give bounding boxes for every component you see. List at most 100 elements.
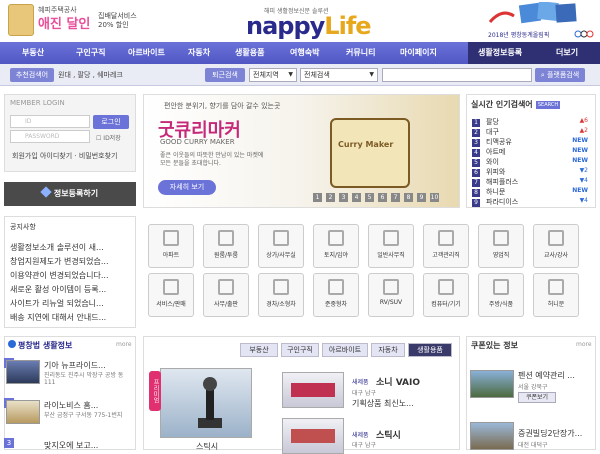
logo-main: nappy bbox=[246, 12, 325, 40]
notice-item[interactable]: 이용약관이 변경되었습니다... bbox=[10, 270, 132, 281]
shop-sign-image bbox=[330, 118, 410, 188]
category-oneroom[interactable]: 원룸/투룸 bbox=[203, 224, 249, 268]
housing-item-name[interactable]: 기아 뉴프라이드... bbox=[44, 360, 106, 371]
category-service[interactable]: 서비스/판매 bbox=[148, 273, 194, 317]
housing-item-thumbnail[interactable] bbox=[6, 400, 40, 424]
feature-name[interactable]: 스틱시 bbox=[196, 441, 218, 452]
promo-service-line2: 20% 할인 bbox=[98, 21, 129, 29]
login-button[interactable]: 로그인 bbox=[93, 115, 129, 129]
coupon-item-name[interactable]: 증권빌딩2단장가... bbox=[518, 428, 582, 439]
banner-page-7[interactable]: 7 bbox=[391, 193, 400, 202]
nav-item-realestate[interactable]: 부동산 bbox=[22, 47, 44, 58]
banner-page-9[interactable]: 9 bbox=[417, 193, 426, 202]
realtime-search-item[interactable]: 3 티맥공유 NEW bbox=[472, 137, 590, 147]
coupon-view-button[interactable]: 쿠폰보기 bbox=[518, 392, 556, 403]
banner-page-1[interactable]: 1 bbox=[313, 193, 322, 202]
category-computer[interactable]: 컴퓨터/기기 bbox=[423, 273, 469, 317]
category-select[interactable]: 전체검색 ▼ bbox=[300, 68, 378, 82]
notice-item[interactable]: 창업지원제도가 변경되었습... bbox=[10, 256, 132, 267]
search-button[interactable]: ⌕ 플랫폼검색 bbox=[535, 68, 585, 82]
category-publishing[interactable]: 사무/출판 bbox=[203, 273, 249, 317]
product-thumbnail[interactable] bbox=[282, 418, 344, 454]
product-desc[interactable]: 기획상품 최신노... bbox=[352, 398, 414, 409]
realtime-search-item[interactable]: 1 팔당 ▲6 bbox=[472, 117, 590, 127]
realtime-search-item[interactable]: 2 대구 ▲2 bbox=[472, 127, 590, 137]
coupon-thumbnail[interactable] bbox=[470, 370, 514, 398]
realtime-search-item[interactable]: 6 위피와 ▼2 bbox=[472, 167, 590, 177]
category-customer-job[interactable]: 고객관리직 bbox=[423, 224, 469, 268]
save-id-checkbox[interactable]: ☐ ID저장 bbox=[96, 133, 121, 142]
tab-cars[interactable]: 자동차 bbox=[371, 343, 405, 357]
category-compact-car[interactable]: 경차/소형차 bbox=[258, 273, 304, 317]
search-label: 퇴근검색 bbox=[205, 68, 245, 82]
banner-en-title: GOOD CURRY MAKER bbox=[160, 138, 235, 146]
tab-jobs[interactable]: 구인구직 bbox=[281, 343, 319, 357]
search-input[interactable] bbox=[382, 68, 532, 82]
nav-item-goods[interactable]: 생활용품 bbox=[235, 47, 264, 58]
realtime-search-item[interactable]: 9 파라디이스 ▼4 bbox=[472, 197, 590, 207]
category-midsize-car[interactable]: 준중형차 bbox=[313, 273, 359, 317]
nav-item-travel[interactable]: 여행숙박 bbox=[290, 47, 319, 58]
housing-item-name[interactable]: 라이노비스 홈... bbox=[44, 400, 98, 411]
notice-item[interactable]: 배송 지연에 대해서 안내드... bbox=[10, 312, 132, 323]
oneroom-icon bbox=[218, 230, 234, 246]
notice-item[interactable]: 생활정보소개 솔루션이 새... bbox=[10, 242, 132, 253]
land-icon bbox=[328, 230, 344, 246]
banner-page-8[interactable]: 8 bbox=[404, 193, 413, 202]
car-icon bbox=[328, 279, 344, 295]
banner-detail-button[interactable]: 자세히 보기 bbox=[158, 180, 216, 195]
product-name[interactable]: 스틱시 bbox=[376, 428, 401, 441]
id-field[interactable]: ID bbox=[10, 115, 90, 128]
register-button[interactable]: 정보등록하기 bbox=[4, 182, 136, 206]
category-suv[interactable]: RV/SUV bbox=[368, 273, 414, 317]
realtime-search-item[interactable]: 4 아트메 NEW bbox=[472, 147, 590, 157]
notice-item[interactable]: 새로운 활성 아이템이 등록... bbox=[10, 284, 132, 295]
nav-item-cars[interactable]: 자동차 bbox=[188, 47, 210, 58]
product-thumbnail[interactable] bbox=[282, 372, 344, 408]
site-logo[interactable]: nappyLife bbox=[246, 12, 372, 40]
realtime-search-item[interactable]: 8 하니문 NEW bbox=[472, 187, 590, 197]
region-select[interactable]: 전체지역 ▼ bbox=[249, 68, 297, 82]
housing-item-name[interactable]: 맞지오에 보고... bbox=[44, 440, 98, 451]
banner-page-5[interactable]: 5 bbox=[365, 193, 374, 202]
nav-item-community[interactable]: 커뮤니티 bbox=[346, 47, 375, 58]
promo-title[interactable]: 애진 달인 bbox=[38, 13, 90, 32]
coupon-more-link[interactable]: more bbox=[576, 341, 592, 348]
nav-item-mypage[interactable]: 마이페이지 bbox=[400, 47, 437, 58]
banner-page-3[interactable]: 3 bbox=[339, 193, 348, 202]
premium-label: 프리미엄 bbox=[149, 371, 161, 411]
tab-realestate[interactable]: 부동산 bbox=[240, 343, 278, 357]
rank-badge: 4 bbox=[472, 149, 480, 157]
coupon-thumbnail[interactable] bbox=[470, 422, 514, 450]
category-honeymoon[interactable]: 허니문 bbox=[533, 273, 579, 317]
notice-item[interactable]: 사이트가 리뉴얼 되었습니... bbox=[10, 298, 132, 309]
login-links[interactable]: 회원가입 아이디찾기 · 비밀번호찾기 bbox=[12, 151, 118, 161]
nav-item-parttime[interactable]: 아르바이트 bbox=[128, 47, 165, 58]
category-sales[interactable]: 영업직 bbox=[478, 224, 524, 268]
password-field[interactable]: PASSWORD bbox=[10, 130, 90, 143]
nav-right-panel: 생활정보등록 더보기 bbox=[468, 42, 600, 64]
banner-page-10[interactable]: 10 bbox=[430, 193, 439, 202]
recommend-keywords[interactable]: 원대 , 팔당 , 쉐마레크 bbox=[58, 70, 123, 80]
banner-page-4[interactable]: 4 bbox=[352, 193, 361, 202]
category-land[interactable]: 토지/임야 bbox=[313, 224, 359, 268]
category-apartment[interactable]: 아파트 bbox=[148, 224, 194, 268]
product-name[interactable]: 소니 VAIO bbox=[376, 375, 420, 388]
banner-page-6[interactable]: 6 bbox=[378, 193, 387, 202]
category-store[interactable]: 상가/사무실 bbox=[258, 224, 304, 268]
category-teacher[interactable]: 교사/강사 bbox=[533, 224, 579, 268]
nav-item-jobs[interactable]: 구인구직 bbox=[76, 47, 105, 58]
coupon-item-name[interactable]: 펜션 예약관리 ... bbox=[518, 370, 575, 381]
product-tag: 새제품 bbox=[352, 432, 369, 439]
housing-more-link[interactable]: more bbox=[116, 341, 132, 348]
tab-goods[interactable]: 생활용품 bbox=[408, 343, 452, 357]
realtime-search-item[interactable]: 5 와이 NEW bbox=[472, 157, 590, 167]
banner-page-2[interactable]: 2 bbox=[326, 193, 335, 202]
housing-item-thumbnail[interactable] bbox=[6, 360, 40, 384]
realtime-search-item[interactable]: 7 해피플러스 ▼4 bbox=[472, 177, 590, 187]
category-office-job[interactable]: 일반사무직 bbox=[368, 224, 414, 268]
tab-parttime[interactable]: 아르바이트 bbox=[322, 343, 368, 357]
register-info-link[interactable]: 생활정보등록 bbox=[478, 47, 522, 58]
category-kitchen[interactable]: 주방/식품 bbox=[478, 273, 524, 317]
more-link[interactable]: 더보기 bbox=[556, 47, 578, 58]
